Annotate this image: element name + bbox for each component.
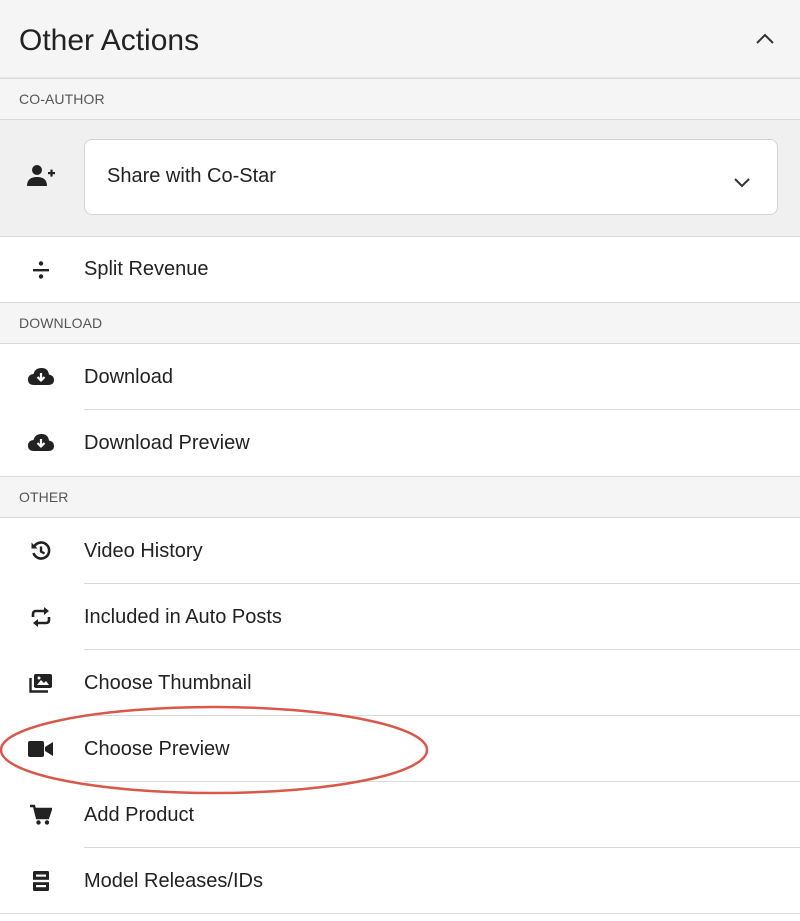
divider bbox=[0, 913, 800, 914]
choose-preview-item[interactable]: Choose Preview bbox=[0, 716, 800, 782]
split-revenue-item[interactable]: Split Revenue bbox=[0, 237, 800, 302]
share-select-value: Share with Co-Star bbox=[107, 164, 276, 187]
images-icon bbox=[26, 671, 56, 695]
user-plus-icon bbox=[26, 164, 56, 188]
choose-thumbnail-item[interactable]: Choose Thumbnail bbox=[0, 650, 800, 716]
auto-posts-label: Included in Auto Posts bbox=[84, 605, 282, 628]
section-label-coauthor: CO-AUTHOR bbox=[0, 78, 800, 120]
divide-icon bbox=[26, 258, 56, 282]
add-product-item[interactable]: Add Product bbox=[0, 782, 800, 848]
panel-title: Other Actions bbox=[19, 23, 200, 57]
id-card-icon bbox=[26, 869, 56, 893]
chevron-up-icon[interactable] bbox=[750, 24, 780, 54]
add-product-label: Add Product bbox=[84, 803, 195, 826]
video-history-label: Video History bbox=[84, 539, 203, 562]
video-history-item[interactable]: Video History bbox=[0, 518, 800, 584]
auto-posts-item[interactable]: Included in Auto Posts bbox=[0, 584, 800, 650]
download-preview-item[interactable]: Download Preview bbox=[0, 410, 800, 476]
video-camera-icon bbox=[26, 737, 56, 761]
chevron-down-icon bbox=[733, 177, 751, 188]
history-icon bbox=[26, 539, 56, 563]
section-label-download: DOWNLOAD bbox=[0, 302, 800, 344]
cloud-download-icon bbox=[26, 365, 56, 389]
shopping-cart-icon bbox=[26, 803, 56, 827]
download-preview-label: Download Preview bbox=[84, 431, 250, 454]
split-revenue-label: Split Revenue bbox=[84, 258, 209, 280]
download-item[interactable]: Download bbox=[0, 344, 800, 410]
other-actions-header[interactable]: Other Actions bbox=[0, 0, 800, 78]
choose-thumbnail-label: Choose Thumbnail bbox=[84, 671, 252, 694]
share-with-costar-select[interactable]: Share with Co-Star bbox=[84, 139, 778, 215]
section-label-other: OTHER bbox=[0, 476, 800, 518]
model-releases-label: Model Releases/IDs bbox=[84, 869, 263, 892]
download-label: Download bbox=[84, 365, 173, 388]
repeat-icon bbox=[26, 605, 56, 629]
cloud-download-icon bbox=[26, 431, 56, 455]
choose-preview-label: Choose Preview bbox=[84, 737, 230, 760]
model-releases-item[interactable]: Model Releases/IDs bbox=[0, 848, 800, 914]
